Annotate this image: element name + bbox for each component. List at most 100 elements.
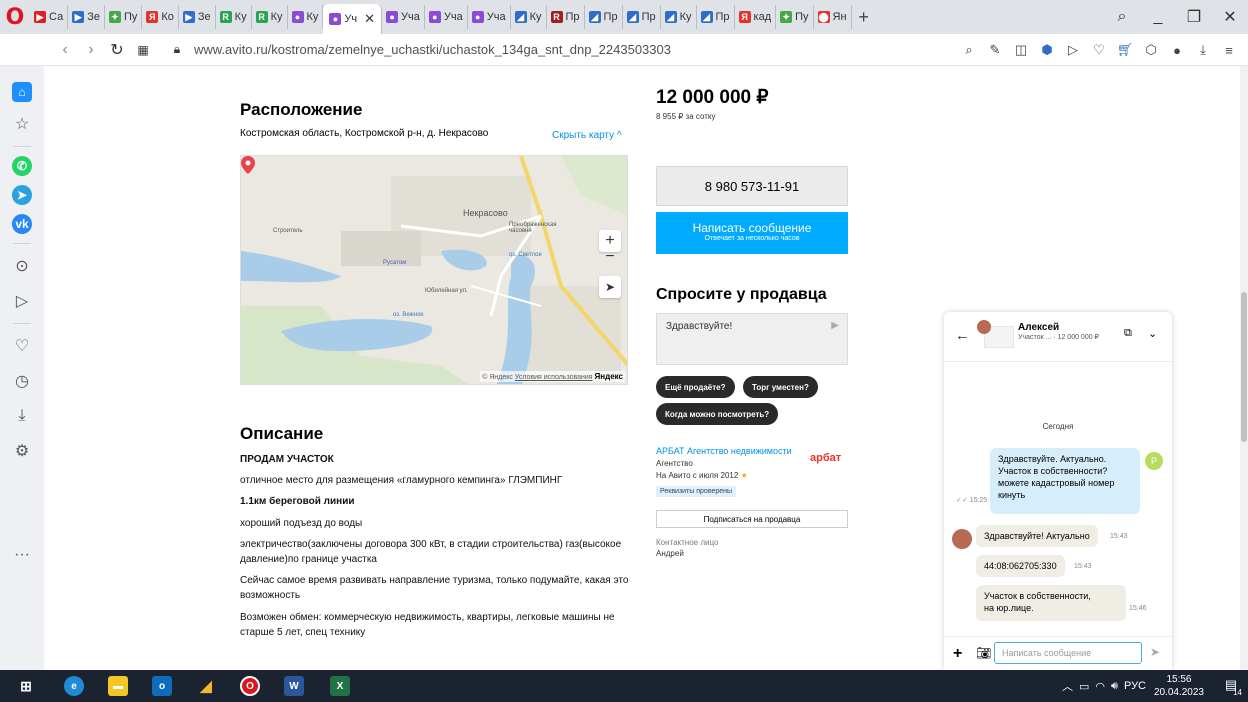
quick-reply-when-view[interactable]: Когда можно посмотреть? (656, 403, 779, 425)
attach-plus-icon[interactable]: + (953, 645, 962, 663)
new-tab-button[interactable]: + (852, 7, 876, 28)
edge-icon[interactable]: e (64, 676, 84, 696)
tab-active[interactable]: ● Уч ✕ (323, 4, 383, 34)
map-zoom-out-button[interactable]: − (599, 246, 621, 268)
windows-start-icon[interactable]: ⊞ (16, 676, 36, 696)
outlook-icon[interactable]: o (152, 676, 172, 696)
tab[interactable]: ◢ Ку (511, 5, 547, 29)
tab[interactable]: R Пр (547, 5, 585, 29)
history-icon[interactable]: ◷ (9, 368, 35, 394)
notifications-icon[interactable]: ▤ 14 (1222, 677, 1242, 697)
back-button[interactable]: ‹ (52, 41, 78, 59)
tab[interactable]: ● Уча (382, 5, 425, 29)
search-icon[interactable]: ⌕ (958, 42, 980, 58)
ask-seller-input[interactable]: Здравствуйте! ▶ (656, 313, 848, 365)
tab[interactable]: ◢ Пр (697, 5, 735, 29)
tab[interactable]: ◢ Ку (661, 5, 697, 29)
tab[interactable]: ● Уча (425, 5, 468, 29)
close-window-button[interactable]: ✕ (1212, 7, 1248, 27)
star-icon[interactable]: ☆ (9, 111, 35, 137)
cart-icon[interactable]: 🛒︎ (1114, 42, 1136, 58)
whatsapp-icon[interactable]: ✆ (12, 156, 32, 176)
opera-logo-icon[interactable]: O (0, 0, 30, 34)
tab[interactable]: ⬤ Ян (814, 5, 852, 29)
map-terms-link[interactable]: Условия использования (515, 374, 593, 381)
seller-logo[interactable]: арбат (810, 452, 841, 464)
page-scrollbar[interactable] (1240, 66, 1248, 670)
yandex-map[interactable]: Некрасово Преображенская часовня оз. Све… (240, 155, 628, 385)
heart-icon[interactable]: ♡ (9, 333, 35, 359)
tab[interactable]: ● Уча (468, 5, 511, 29)
show-phone-button[interactable]: 8 980 573-11-91 (656, 166, 848, 206)
edit-icon[interactable]: ✎ (984, 42, 1006, 58)
seller-name-link[interactable]: АРБАТ Агентство недвижимости (656, 446, 792, 456)
tab[interactable]: ▶ Зе (179, 5, 216, 29)
opera-taskbar-icon[interactable]: O (240, 676, 260, 696)
tab[interactable]: ✦ Пу (105, 5, 143, 29)
window-controls: ⌕ _ ❐ ✕ (1104, 0, 1248, 34)
tab[interactable]: ▶ Зе (68, 5, 105, 29)
network-icon[interactable]: ◠ (1095, 680, 1105, 693)
tab[interactable]: ▶ Са (30, 5, 69, 29)
tab[interactable]: ● Ку (288, 5, 324, 29)
scrollbar-thumb[interactable] (1241, 292, 1247, 442)
volume-icon[interactable]: 🔊︎ (1111, 680, 1118, 693)
back-arrow-icon[interactable]: ← (955, 327, 970, 344)
send-icon[interactable]: ➤ (1150, 645, 1160, 659)
snapshot-icon[interactable]: ◫ (1010, 42, 1032, 58)
map-locate-icon[interactable]: ➤ (599, 276, 621, 298)
tab[interactable]: R Ку (216, 5, 252, 29)
heart-icon[interactable]: ♡ (1088, 42, 1110, 58)
vpn-shield-icon[interactable]: ⬢ (1036, 42, 1058, 58)
player-icon[interactable]: ⊙ (9, 253, 35, 279)
clock[interactable]: 15:56 20.04.2023 (1154, 673, 1204, 699)
download-icon[interactable]: ⤓ (1192, 42, 1214, 58)
tab[interactable]: ◢ Пр (585, 5, 623, 29)
tab[interactable]: Я Ко (142, 5, 179, 29)
write-message-button[interactable]: Написать сообщение Отвечает за несколько… (656, 212, 848, 254)
quick-reply-still-selling[interactable]: Ещё продаёте? (656, 376, 735, 398)
telegram-icon[interactable]: ➤ (12, 185, 32, 205)
vk-icon[interactable]: vk (12, 214, 32, 234)
easy-setup-icon[interactable]: ≡ (1218, 43, 1240, 58)
camera-icon[interactable]: 📷︎ (976, 646, 991, 660)
send-icon[interactable]: ▷ (9, 288, 35, 314)
subscribe-button[interactable]: Подписаться на продавца (656, 510, 848, 528)
message-time: 15:43 (1074, 563, 1092, 570)
send-icon[interactable]: ▶ (831, 320, 839, 331)
profile-icon[interactable]: ● (1166, 43, 1188, 58)
language-indicator[interactable]: РУС (1124, 680, 1146, 692)
chat-message-input[interactable]: Написать сообщение (994, 642, 1142, 664)
settings-gear-icon[interactable]: ⚙ (9, 438, 35, 464)
minimize-button[interactable]: _ (1140, 8, 1176, 26)
chart-app-icon[interactable]: ◢ (196, 676, 216, 696)
file-explorer-icon[interactable]: ▬ (108, 676, 128, 696)
tab[interactable]: Якад (735, 5, 777, 29)
reload-button[interactable]: ↻ (104, 40, 130, 60)
excel-icon[interactable]: X (330, 676, 350, 696)
chevron-down-icon[interactable]: ⌄ (1148, 327, 1157, 340)
url-field[interactable]: www.avito.ru/kostroma/zemelnye_uchastki/… (194, 42, 671, 57)
expand-icon[interactable]: ⧉ (1124, 327, 1132, 340)
forward-button[interactable]: › (78, 41, 104, 59)
download-icon[interactable]: ⤓ (9, 403, 35, 429)
tab[interactable]: R Ку (252, 5, 288, 29)
speed-dial-icon[interactable]: ▦ (130, 43, 156, 57)
extensions-icon[interactable]: ⬡ (1140, 42, 1162, 58)
restore-button[interactable]: ❐ (1176, 7, 1212, 27)
tab[interactable]: ◢ Пр (623, 5, 661, 29)
quick-reply-bargain[interactable]: Торг уместен? (743, 376, 818, 398)
lock-icon[interactable]: 🔒︎ (170, 42, 184, 57)
search-tabs-icon[interactable]: ⌕ (1104, 8, 1140, 26)
favicon-icon: R (550, 11, 563, 23)
more-icon[interactable]: ··· (9, 542, 35, 568)
keyboard-icon[interactable]: ▭ (1079, 680, 1089, 693)
word-icon[interactable]: W (284, 676, 304, 696)
home-icon[interactable]: ⌂ (12, 82, 32, 102)
chat-input-row: + 📷︎ Написать сообщение ➤ (944, 636, 1172, 670)
close-tab-icon[interactable]: ✕ (364, 11, 375, 27)
send-icon[interactable]: ▷ (1062, 42, 1084, 58)
chevron-up-icon[interactable]: ︿ (1062, 678, 1073, 694)
hide-map-link[interactable]: Скрыть карту ^ (552, 130, 622, 141)
tab[interactable]: ✦ Пу (776, 5, 814, 29)
